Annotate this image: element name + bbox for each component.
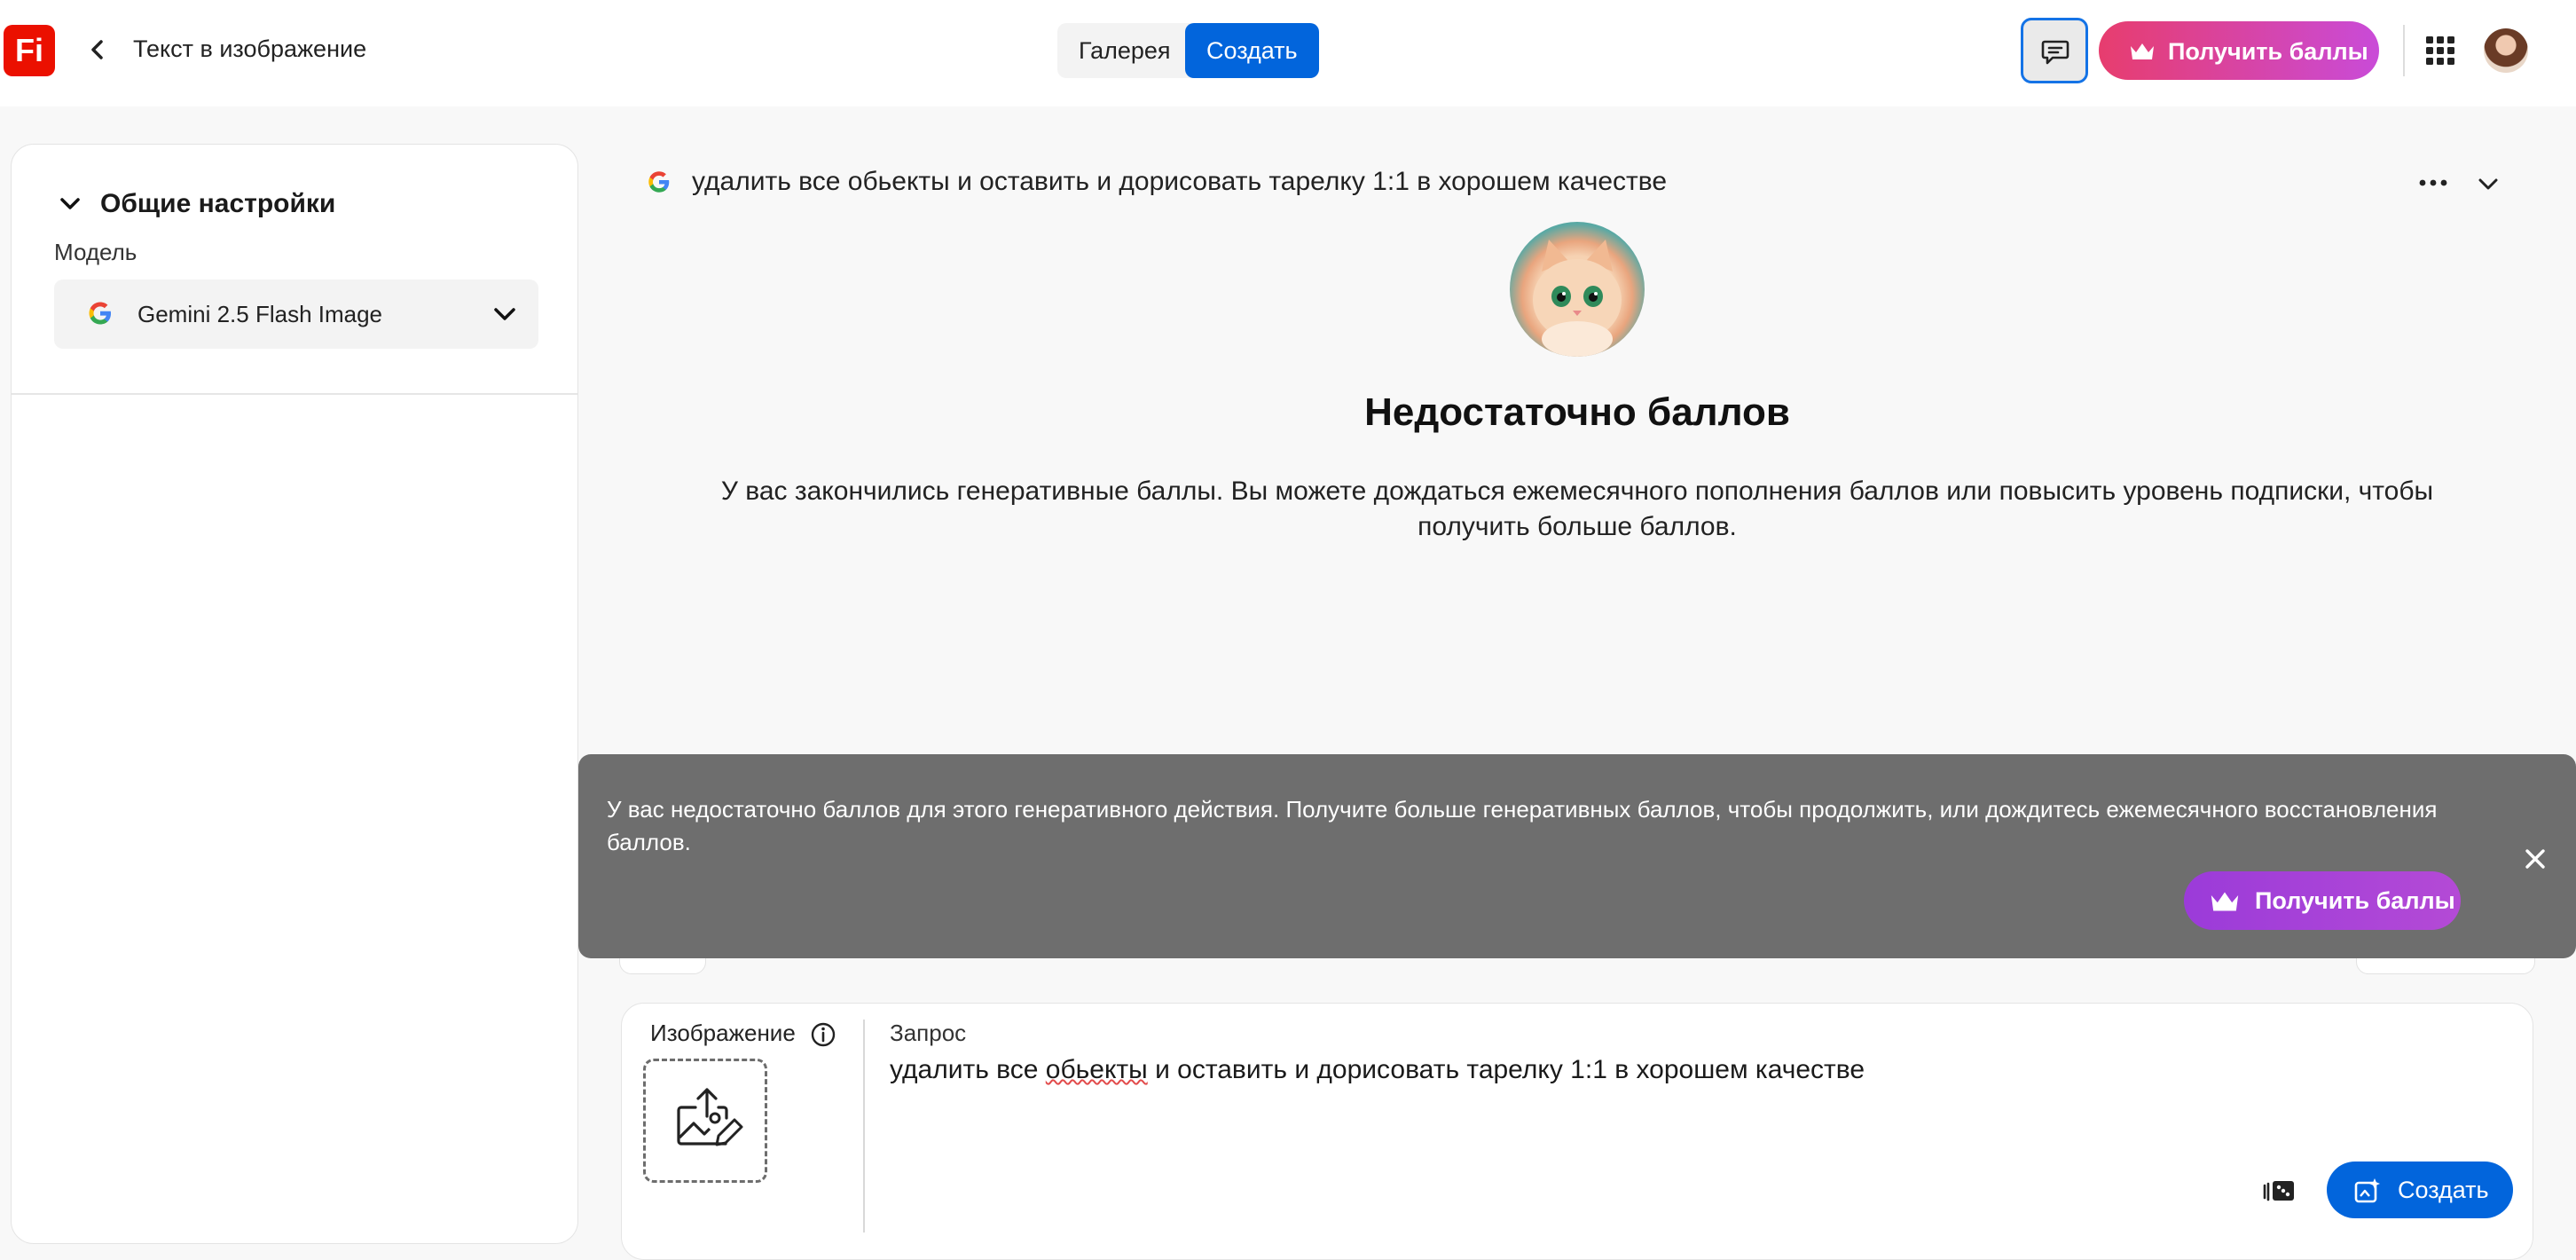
more-options-icon[interactable] bbox=[2418, 174, 2448, 192]
random-prompt-icon[interactable] bbox=[2261, 1177, 2297, 1204]
generate-button-label: Создать bbox=[2398, 1177, 2489, 1203]
chevron-down-icon bbox=[494, 308, 515, 320]
toast-message: У вас недостаточно баллов для этого гене… bbox=[607, 796, 2438, 855]
google-g-icon bbox=[89, 302, 111, 325]
app-title: Текст в изображение bbox=[133, 35, 367, 62]
image-label: Изображение bbox=[650, 1020, 796, 1046]
model-value: Gemini 2.5 Flash Image bbox=[137, 301, 383, 327]
composer-divider bbox=[863, 1020, 865, 1232]
close-icon[interactable] bbox=[2523, 847, 2548, 871]
model-label: Модель bbox=[54, 239, 137, 265]
model-dropdown[interactable]: Gemini 2.5 Flash Image bbox=[54, 280, 538, 349]
get-credits-label: Получить баллы bbox=[2168, 38, 2368, 65]
firefly-logo[interactable]: Fi bbox=[4, 25, 55, 76]
crown-icon bbox=[2131, 43, 2154, 59]
image-upload-dropzone[interactable] bbox=[643, 1059, 767, 1183]
generate-button[interactable]: Создать bbox=[2327, 1162, 2513, 1218]
generate-sparkle-icon bbox=[2354, 1178, 2380, 1203]
mode-switcher: Галерея Создать bbox=[1057, 23, 1319, 78]
tab-create[interactable]: Создать bbox=[1185, 23, 1319, 78]
image-upload-icon bbox=[677, 1088, 743, 1146]
error-message: У вас закончились генеративные баллы. Вы… bbox=[720, 476, 2434, 541]
prompt-text-start: удалить все bbox=[890, 1055, 1046, 1084]
generation-prompt-title: удалить все обьекты и оставить и дорисов… bbox=[692, 167, 1668, 196]
settings-panel: Общие настройки Модель Gemini 2.5 Flash … bbox=[11, 144, 578, 1244]
google-g-icon bbox=[648, 171, 670, 193]
tab-gallery[interactable]: Галерея bbox=[1057, 23, 1192, 78]
app-switcher-grid-icon[interactable] bbox=[2425, 35, 2455, 66]
prompt-text-end: и оставить и дорисовать тарелку 1:1 в хо… bbox=[1147, 1055, 1865, 1084]
prompt-misspelled-word: обьекты bbox=[1045, 1055, 1148, 1084]
user-avatar[interactable] bbox=[2484, 28, 2528, 73]
toast-button-label: Получить баллы bbox=[2255, 887, 2455, 914]
chevron-down-icon[interactable] bbox=[58, 194, 82, 214]
general-settings-heading[interactable]: Общие настройки bbox=[100, 189, 335, 219]
info-icon[interactable] bbox=[810, 1021, 836, 1048]
toast-get-credits-button[interactable]: Получить баллы bbox=[2184, 871, 2461, 930]
header-divider bbox=[2403, 25, 2405, 76]
feedback-button[interactable] bbox=[2021, 18, 2088, 83]
top-bar: Fi Текст в изображение Галерея Создать П… bbox=[0, 0, 2576, 106]
chat-bubble-icon bbox=[2041, 40, 2069, 65]
prompt-input[interactable]: удалить все обьекты и оставить и дорисов… bbox=[890, 1055, 1865, 1085]
prompt-composer: Изображение Запрос удалить все обьекты и… bbox=[621, 1003, 2533, 1260]
error-title: Недостаточно баллов bbox=[1364, 390, 1790, 434]
kitten-illustration bbox=[1510, 222, 1645, 357]
crown-icon bbox=[2211, 892, 2239, 911]
back-chevron-icon[interactable] bbox=[82, 34, 114, 66]
insufficient-credits-toast: У вас недостаточно баллов для этого гене… bbox=[578, 754, 2576, 958]
get-credits-button[interactable]: Получить баллы bbox=[2099, 21, 2379, 80]
query-label: Запрос bbox=[890, 1020, 967, 1046]
chevron-down-icon[interactable] bbox=[2475, 170, 2501, 197]
